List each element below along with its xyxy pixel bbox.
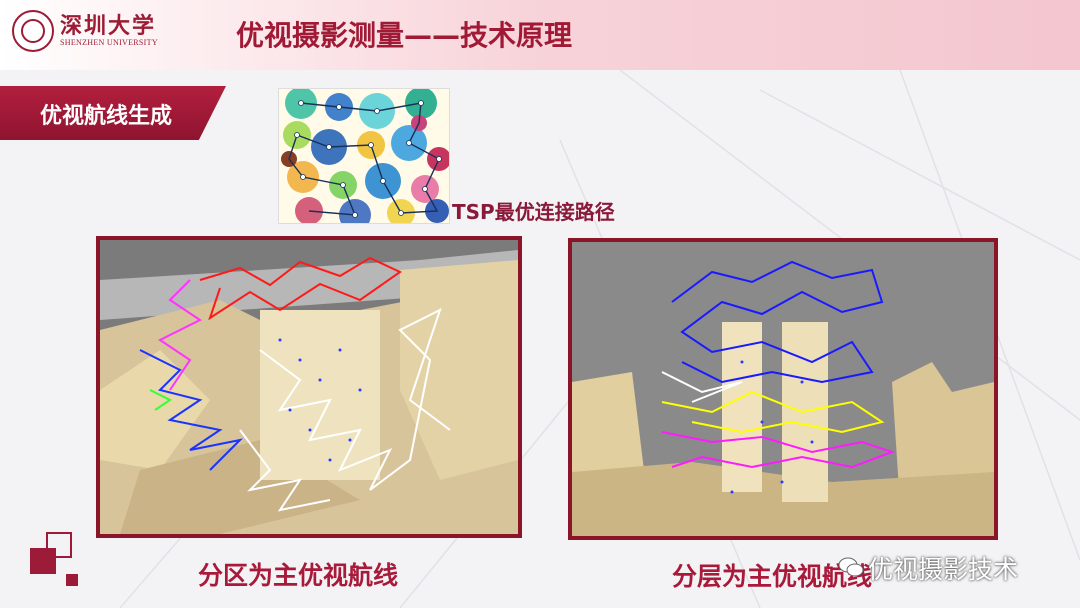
decor-square-small xyxy=(66,574,78,586)
layer-route-figure xyxy=(568,238,998,540)
partition-caption: 分区为主优视航线 xyxy=(198,561,399,590)
section-label: 优视航线生成 xyxy=(40,104,173,129)
tsp-caption: TSP最优连接路径 xyxy=(452,200,615,224)
logo-chinese-name: 深圳大学 xyxy=(60,13,157,39)
partition-route-figure xyxy=(96,236,522,538)
wechat-icon xyxy=(838,557,864,577)
decor-square-filled xyxy=(30,548,56,574)
logo-english-name: SHENZHEN UNIVERSITY xyxy=(60,38,158,47)
watermark-text: 优视摄影技术 xyxy=(868,555,1019,584)
seal-icon xyxy=(12,10,54,52)
page-title: 优视摄影测量——技术原理 xyxy=(236,19,573,52)
tsp-diagram xyxy=(278,88,450,224)
university-logo: 深圳大学 SHENZHEN UNIVERSITY xyxy=(8,8,158,58)
